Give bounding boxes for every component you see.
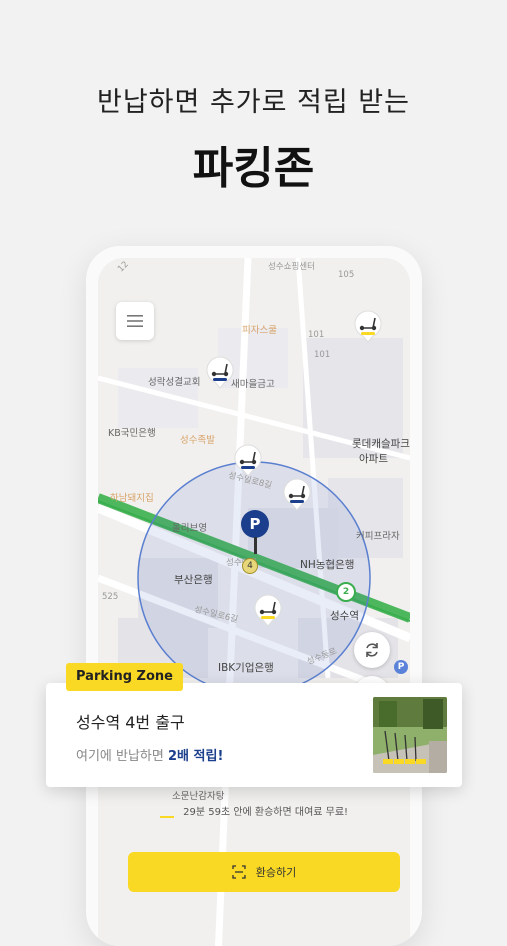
map-label-apt: 아파트 — [359, 453, 388, 465]
parking-pin-stem — [253, 537, 257, 554]
transfer-button-label: 환승하기 — [255, 866, 297, 879]
refresh-button[interactable] — [354, 632, 390, 668]
scooter-pin[interactable] — [353, 308, 383, 344]
map-label-nh: NH농협은행 — [300, 559, 355, 571]
map-label-credit: 새마을금고 — [231, 379, 275, 390]
scan-icon — [232, 865, 246, 879]
map-label-525: 525 — [102, 592, 119, 602]
free-transfer-notice: 29분 59초 안에 환승하면 대여료 무료! — [98, 803, 410, 818]
scooter-small-icon — [159, 806, 174, 818]
phone-frame: 성수쇼핑센터 101 101 105 피자스쿨 성락성결교회 새마을금고 KB국… — [86, 246, 422, 946]
scooter-icon — [234, 444, 262, 477]
map-label-101b: 101 — [314, 350, 331, 360]
scooter-pin[interactable] — [233, 442, 263, 478]
map-label-jokbal: 성수족발 — [180, 435, 215, 446]
station-name: 성수역 4번 출구 — [76, 713, 185, 732]
map-label-cafe: 커피프라자 — [356, 531, 400, 542]
map-label-olive: 올리브영 — [172, 523, 207, 534]
parking-map-marker: P — [394, 660, 408, 674]
map-label-101a: 101 — [308, 330, 325, 340]
map-label-kb: KB국민은행 — [108, 428, 156, 439]
menu-button[interactable] — [116, 302, 154, 340]
map-label-lotte: 롯데캐슬파크 — [352, 438, 410, 450]
map-label-busan: 부산은행 — [174, 574, 213, 586]
scooter-icon — [206, 356, 234, 389]
scooter-icon — [283, 478, 311, 511]
scooter-pin[interactable] — [253, 592, 283, 628]
map-label-sobang: 소문난감자탕 — [172, 791, 225, 802]
refresh-icon — [366, 643, 378, 657]
map-label-105: 105 — [338, 270, 355, 280]
reward-desc-prefix: 여기에 반납하면 — [76, 749, 168, 764]
map-view[interactable]: 성수쇼핑센터 101 101 105 피자스쿨 성락성결교회 새마을금고 KB국… — [98, 258, 410, 946]
promo-title: 파킹존 — [192, 143, 315, 194]
parking-zone-pin[interactable]: P — [241, 510, 269, 556]
promo-headline: 반납하면 추가로 적립 받는 — [97, 87, 410, 118]
map-label-haenam: 하남돼지집 — [110, 493, 154, 504]
parked-scooters-image — [373, 697, 447, 773]
map-label-pizza: 피자스쿨 — [242, 325, 277, 336]
subway-exit-4-marker: 4 — [242, 558, 258, 574]
map-label-seongsu: 성수역 — [330, 610, 359, 622]
reward-highlight: 2배 적립! — [168, 749, 224, 764]
map-label-church: 성락성결교회 — [148, 377, 201, 388]
scooter-icon — [354, 310, 382, 343]
parking-icon: P — [241, 510, 269, 538]
free-transfer-text: 29분 59초 안에 환승하면 대여료 무료! — [183, 807, 349, 818]
map-label-shopping: 성수쇼핑센터 — [268, 262, 315, 272]
scooter-pin[interactable] — [205, 354, 235, 390]
station-reward-desc: 여기에 반납하면 2배 적립! — [76, 745, 223, 764]
hamburger-icon — [127, 315, 143, 327]
transfer-button[interactable]: 환승하기 — [128, 852, 400, 892]
map-label-ibk: IBK기업은행 — [218, 662, 274, 674]
scooter-pin[interactable] — [282, 476, 312, 512]
subway-line-2-marker: 2 — [336, 582, 356, 602]
parking-zone-card[interactable]: 성수역 4번 출구 여기에 반납하면 2배 적립! — [46, 683, 462, 787]
scooter-icon — [254, 594, 282, 627]
parking-zone-badge: Parking Zone — [66, 663, 183, 691]
station-photo — [373, 697, 447, 773]
